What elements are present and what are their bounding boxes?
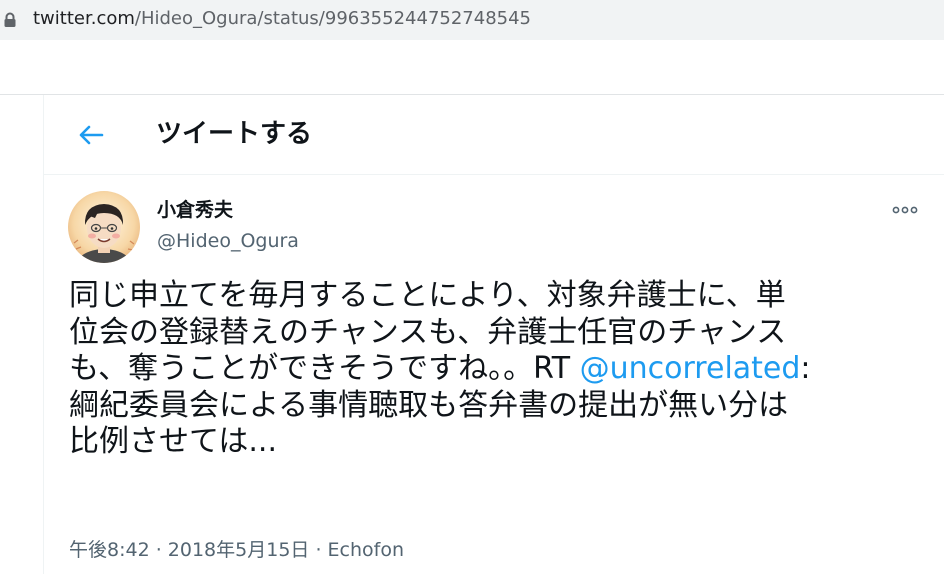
back-button[interactable] [74, 120, 108, 150]
tweet-text-line: 比例させては... [69, 424, 278, 459]
page-top-gap [0, 40, 944, 94]
lock-icon[interactable] [3, 12, 17, 28]
tweet-date[interactable]: 2018年5月15日 [168, 539, 310, 561]
mention-link[interactable]: @uncorrelated [580, 351, 801, 386]
url-path: /Hideo_Ogura/status/996355244752748545 [134, 8, 532, 29]
mention-suffix: : [800, 351, 811, 386]
url-host: twitter.com [33, 8, 135, 29]
browser-address-bar[interactable]: twitter.com/Hideo_Ogura/status/996355244… [0, 0, 944, 40]
tweet-text-line: 綱紀委員会による事情聴取も答弁書の提出が無い分は [69, 387, 789, 423]
tweet-text-line: 位会の登録替えのチャンスも、弁護士任官のチャンス [69, 314, 787, 350]
tweet-meta: 午後8:42 · 2018年5月15日 · Echofon [69, 538, 404, 562]
more-dots-icon [892, 206, 918, 214]
tweet-header: ツイートする [44, 95, 944, 175]
tweet-time[interactable]: 午後8:42 [69, 539, 150, 561]
meta-separator: · [309, 539, 328, 561]
tweet-column: ツイートする 小倉秀夫 @Hideo_Ogura 同じ申立てを毎月することにより… [43, 95, 944, 574]
display-name[interactable]: 小倉秀夫 [157, 198, 233, 222]
tweet-text-line: 同じ申立てを毎月することにより、対象弁護士に、単 [69, 278, 786, 313]
tweet-text-segment: も、奪うことができそうですね。。RT [69, 351, 580, 386]
meta-separator: · [149, 539, 168, 561]
more-button[interactable] [889, 199, 921, 221]
handle[interactable]: @Hideo_Ogura [157, 229, 299, 253]
tweet-text: 同じ申立てを毎月することにより、対象弁護士に、単 位会の登録替えのチャンスも、弁… [69, 278, 909, 461]
avatar[interactable] [68, 191, 140, 263]
back-arrow-icon [79, 125, 104, 145]
page-title: ツイートする [156, 119, 313, 149]
url-text[interactable]: twitter.com/Hideo_Ogura/status/996355244… [33, 8, 531, 30]
tweet-text-line: も、奪うことができそうですね。。RT @uncorrelated: [69, 351, 909, 388]
tweet-source[interactable]: Echofon [328, 539, 404, 561]
